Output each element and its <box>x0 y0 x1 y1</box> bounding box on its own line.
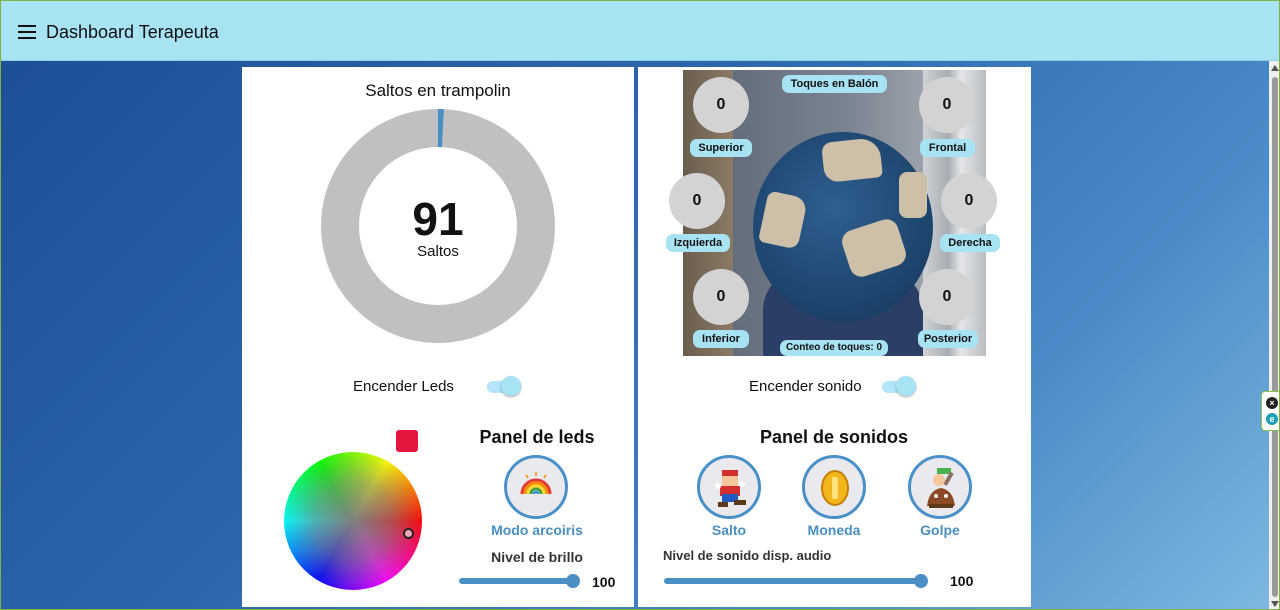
sensor-inferior-count: 0 <box>693 269 749 325</box>
hit-sound-button[interactable] <box>908 455 972 519</box>
brightness-slider-thumb[interactable] <box>566 574 580 588</box>
rainbow-mode-label[interactable]: Modo arcoiris <box>477 522 597 538</box>
hit-sound-label[interactable]: Golpe <box>890 522 990 538</box>
color-picker-handle[interactable] <box>403 528 414 539</box>
jump-sound-label[interactable]: Salto <box>679 522 779 538</box>
scroll-down-arrow-icon[interactable] <box>1271 601 1279 607</box>
mario-jump-icon <box>715 470 746 507</box>
hammer-hit-icon <box>927 468 955 508</box>
rainbow-icon <box>520 472 552 495</box>
sensor-superior-label: Superior <box>690 139 752 157</box>
ball-sounds-card: Toques en Balón 0 Superior 0 Frontal 0 I… <box>638 67 1031 607</box>
sensor-superior-count: 0 <box>693 77 749 133</box>
sounds-panel-title: Panel de sonidos <box>759 427 909 447</box>
volume-value: 100 <box>950 573 974 589</box>
brightness-slider[interactable] <box>459 574 580 588</box>
close-icon[interactable]: × <box>1266 397 1278 409</box>
sensor-posterior-count: 0 <box>919 269 975 325</box>
volume-label: Nivel de sonido disp. audio <box>663 548 832 563</box>
soccer-ball-image <box>753 132 933 322</box>
top-app-bar: Dashboard Terapeuta <box>1 1 1279 61</box>
dashboard-background <box>1 61 1269 609</box>
brightness-label: Nivel de brillo <box>491 549 583 565</box>
sensor-posterior-label: Posterior <box>918 330 978 348</box>
sound-toggle-label: Encender sonido <box>749 378 862 395</box>
leds-toggle[interactable] <box>487 376 521 396</box>
hamburger-menu-icon[interactable] <box>18 25 36 39</box>
jump-sound-button[interactable] <box>697 455 761 519</box>
app-title: Dashboard Terapeuta <box>46 22 219 42</box>
sensor-inferior-label: Inferior <box>693 330 749 348</box>
sensor-izquierda-count: 0 <box>669 173 725 229</box>
leds-panel-title: Panel de leds <box>479 427 595 447</box>
scroll-thumb[interactable] <box>1272 77 1278 597</box>
side-extension-widget[interactable]: × e <box>1261 391 1279 431</box>
volume-slider[interactable] <box>664 574 928 588</box>
leds-toggle-label: Encender Leds <box>353 378 454 395</box>
jump-unit-label: Saltos <box>417 243 459 260</box>
sensor-izquierda-label: Izquierda <box>666 234 730 252</box>
extension-e-icon[interactable]: e <box>1266 413 1278 425</box>
ball-touches-title: Toques en Balón <box>782 75 887 93</box>
sensor-frontal-label: Frontal <box>920 139 975 157</box>
sensor-derecha-count: 0 <box>941 173 997 229</box>
color-picker-wheel[interactable] <box>284 452 422 590</box>
sensor-derecha-label: Derecha <box>940 234 1000 252</box>
coin-sound-label[interactable]: Moneda <box>784 522 884 538</box>
sensor-frontal-count: 0 <box>919 77 975 133</box>
total-touches-counter: Conteo de toques: 0 <box>780 340 888 356</box>
app-window: Dashboard Terapeuta × e Saltos en trampo… <box>0 0 1280 610</box>
coin-icon <box>821 470 849 506</box>
volume-slider-thumb[interactable] <box>914 574 928 588</box>
sound-toggle[interactable] <box>882 376 916 396</box>
coin-sound-button[interactable] <box>802 455 866 519</box>
selected-color-swatch[interactable] <box>396 430 418 452</box>
trampoline-leds-card: Saltos en trampolin 91 Saltos Encender L… <box>242 67 634 607</box>
brightness-value: 100 <box>592 574 616 590</box>
scroll-up-arrow-icon[interactable] <box>1271 65 1279 71</box>
trampoline-title: Saltos en trampolin <box>365 81 511 100</box>
jump-count: 91 <box>412 193 464 245</box>
rainbow-mode-button[interactable] <box>504 455 568 519</box>
vertical-scrollbar[interactable] <box>1269 61 1279 609</box>
